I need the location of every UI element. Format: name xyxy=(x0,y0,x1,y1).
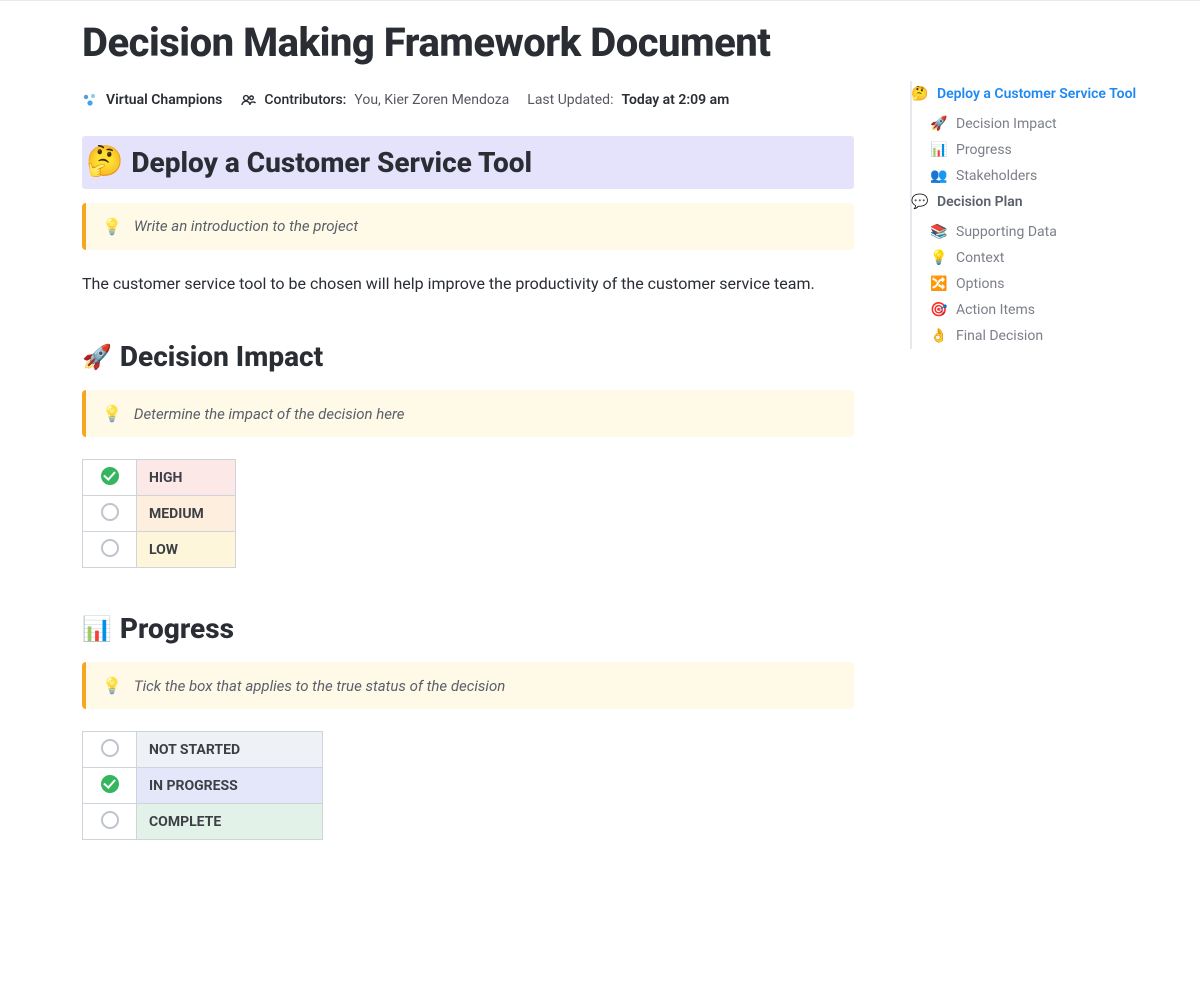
outline-panel: 🤔 Deploy a Customer Service Tool 🚀 Decision… xyxy=(880,17,1200,982)
radio-checked-icon[interactable] xyxy=(101,467,119,485)
rocket-icon: 🚀 xyxy=(82,341,112,373)
outline-item[interactable]: 📚 Supporting Data xyxy=(912,219,1180,245)
heading-progress-text: Progress xyxy=(120,610,234,648)
progress-checkbox-cell[interactable] xyxy=(83,732,137,768)
outline-item-label: Progress xyxy=(956,142,1012,158)
outline-item-icon: 🤔 xyxy=(911,86,929,102)
meta-team[interactable]: Virtual Champions xyxy=(82,92,222,108)
progress-checkbox-cell[interactable] xyxy=(83,804,137,840)
callout-progress-text: Tick the box that applies to the true st… xyxy=(134,677,505,695)
progress-row: IN PROGRESS xyxy=(83,768,323,804)
impact-row: LOW xyxy=(83,532,236,568)
callout-impact[interactable]: 💡 Determine the impact of the decision h… xyxy=(82,390,854,437)
outline-item[interactable]: 🔀 Options xyxy=(912,271,1180,297)
radio-checked-icon[interactable] xyxy=(101,775,119,793)
radio-unchecked-icon[interactable] xyxy=(101,739,119,757)
bulb-icon: 💡 xyxy=(102,404,122,423)
impact-row: HIGH xyxy=(83,460,236,496)
outline-item-icon: 📊 xyxy=(930,142,948,158)
impact-checkbox-cell[interactable] xyxy=(83,496,137,532)
radio-unchecked-icon[interactable] xyxy=(101,539,119,557)
impact-label[interactable]: LOW xyxy=(137,532,236,568)
heading-impact[interactable]: 🚀 Decision Impact xyxy=(82,338,854,376)
outline-item-icon: 📚 xyxy=(930,224,948,240)
impact-label[interactable]: MEDIUM xyxy=(137,496,236,532)
callout-impact-text: Determine the impact of the decision her… xyxy=(134,405,405,423)
meta-last-updated-value: Today at 2:09 am xyxy=(621,92,729,108)
impact-table: HIGHMEDIUMLOW xyxy=(82,459,236,568)
outline-item[interactable]: 🤔 Deploy a Customer Service Tool xyxy=(905,81,1180,107)
outline-item-label: Stakeholders xyxy=(956,168,1037,184)
bulb-icon: 💡 xyxy=(102,217,122,236)
outline-item-icon: 🎯 xyxy=(930,302,948,318)
progress-label[interactable]: NOT STARTED xyxy=(137,732,323,768)
outline-item-label: Decision Plan xyxy=(937,194,1023,210)
callout-deploy[interactable]: 💡 Write an introduction to the project xyxy=(82,203,854,250)
people-icon xyxy=(240,92,256,108)
callout-progress[interactable]: 💡 Tick the box that applies to the true … xyxy=(82,662,854,709)
meta-contributors-label: Contributors: xyxy=(264,92,346,108)
radio-unchecked-icon[interactable] xyxy=(101,811,119,829)
outline-item[interactable]: 👌 Final Decision xyxy=(912,323,1180,349)
barchart-icon: 📊 xyxy=(82,613,112,645)
outline-item-label: Final Decision xyxy=(956,328,1043,344)
outline-item[interactable]: 💡 Context xyxy=(912,245,1180,271)
outline-item-label: Action Items xyxy=(956,302,1035,318)
doc-meta: Virtual Champions Contributors: You, Kie… xyxy=(82,92,854,108)
outline-list: 🤔 Deploy a Customer Service Tool 🚀 Decision… xyxy=(910,81,1180,349)
team-icon xyxy=(82,92,98,108)
document-body: Decision Making Framework Document Virtu… xyxy=(0,17,880,982)
outline-item[interactable]: 📊 Progress xyxy=(912,137,1180,163)
outline-item-icon: 👥 xyxy=(930,168,948,184)
outline-item-label: Decision Impact xyxy=(956,116,1057,132)
outline-item-icon: 🔀 xyxy=(930,276,948,292)
outline-item-label: Deploy a Customer Service Tool xyxy=(937,86,1136,102)
meta-contributors-value: You, Kier Zoren Mendoza xyxy=(354,92,509,108)
outline-item-label: Options xyxy=(956,276,1004,292)
impact-checkbox-cell[interactable] xyxy=(83,532,137,568)
impact-row: MEDIUM xyxy=(83,496,236,532)
outline-item[interactable]: 👥 Stakeholders xyxy=(912,163,1180,189)
outline-item[interactable]: 🚀 Decision Impact xyxy=(912,111,1180,137)
bulb-icon: 💡 xyxy=(102,676,122,695)
meta-last-updated-label: Last Updated: xyxy=(527,92,613,108)
heading-progress[interactable]: 📊 Progress xyxy=(82,610,854,648)
thinking-icon: 🤔 xyxy=(86,142,123,183)
heading-impact-text: Decision Impact xyxy=(120,338,323,376)
outline-item-icon: 🚀 xyxy=(930,116,948,132)
radio-unchecked-icon[interactable] xyxy=(101,503,119,521)
progress-row: COMPLETE xyxy=(83,804,323,840)
callout-deploy-text: Write an introduction to the project xyxy=(134,217,358,235)
outline-item[interactable]: 💬 Decision Plan xyxy=(905,189,1180,215)
outline-item-label: Supporting Data xyxy=(956,224,1057,240)
deploy-body-text[interactable]: The customer service tool to be chosen w… xyxy=(82,272,822,297)
progress-label[interactable]: IN PROGRESS xyxy=(137,768,323,804)
impact-checkbox-cell[interactable] xyxy=(83,460,137,496)
progress-row: NOT STARTED xyxy=(83,732,323,768)
meta-contributors[interactable]: Contributors: You, Kier Zoren Mendoza xyxy=(240,92,509,108)
outline-item-icon: 💬 xyxy=(911,194,929,210)
progress-label[interactable]: COMPLETE xyxy=(137,804,323,840)
progress-checkbox-cell[interactable] xyxy=(83,768,137,804)
outline-item-icon: 💡 xyxy=(930,250,948,266)
outline-item-icon: 👌 xyxy=(930,328,948,344)
heading-deploy[interactable]: 🤔 Deploy a Customer Service Tool xyxy=(82,136,854,189)
page-title: Decision Making Framework Document xyxy=(82,17,854,68)
impact-label[interactable]: HIGH xyxy=(137,460,236,496)
meta-last-updated: Last Updated: Today at 2:09 am xyxy=(527,92,729,108)
outline-item-label: Context xyxy=(956,250,1004,266)
outline-item[interactable]: 🎯 Action Items xyxy=(912,297,1180,323)
meta-team-value: Virtual Champions xyxy=(106,92,222,108)
progress-table: NOT STARTEDIN PROGRESSCOMPLETE xyxy=(82,731,323,840)
heading-deploy-text: Deploy a Customer Service Tool xyxy=(131,144,532,182)
